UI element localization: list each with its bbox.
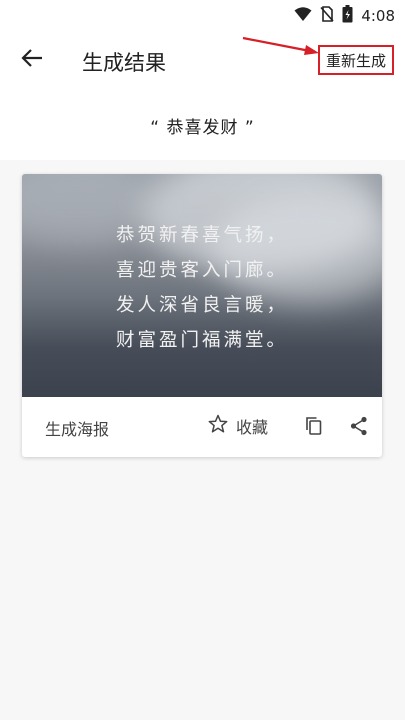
poem-line: 发人深省良言暖，: [115, 295, 288, 316]
star-outline-icon: [208, 414, 228, 438]
status-bar: 4:08: [0, 0, 405, 30]
generate-poster-button[interactable]: 生成海报: [45, 416, 109, 440]
battery-icon: [342, 5, 353, 27]
favorite-label: 收藏: [236, 418, 269, 437]
arrow-left-icon: [21, 48, 43, 72]
poem-line: 喜迎贵客入门廊。: [115, 260, 288, 281]
back-button[interactable]: [16, 44, 48, 76]
status-time: 4:08: [361, 7, 395, 25]
header-area: 4:08 生成结果 重新生成 “ 恭喜发财 ”: [0, 0, 405, 160]
poster-card: 恭贺新春喜气扬， 喜迎贵客入门廊。 发人深省良言暖， 财富盈门福满堂。 生成海报…: [22, 174, 382, 457]
poem-line: 恭贺新春喜气扬，: [115, 225, 288, 246]
annotation-arrow: [242, 36, 319, 55]
app-bar: 生成结果 重新生成: [0, 30, 405, 90]
share-button[interactable]: [350, 416, 368, 440]
card-actions: 生成海报 收藏: [22, 397, 382, 457]
poem-text: 恭贺新春喜气扬， 喜迎贵客入门廊。 发人深省良言暖， 财富盈门福满堂。: [22, 218, 382, 358]
wifi-icon: [294, 6, 312, 26]
status-icons: 4:08: [294, 5, 395, 27]
regenerate-button[interactable]: 重新生成: [317, 45, 394, 75]
copy-button[interactable]: [305, 416, 323, 440]
page-title: 生成结果: [82, 51, 166, 75]
poem-line: 财富盈门福满堂。: [115, 330, 288, 351]
poster-image: 恭贺新春喜气扬， 喜迎贵客入门廊。 发人深省良言暖， 财富盈门福满堂。: [22, 174, 382, 397]
keyword-text: “ 恭喜发财 ”: [150, 118, 255, 138]
no-sim-icon: [320, 6, 334, 26]
share-icon: [350, 416, 368, 440]
favorite-button[interactable]: 收藏: [208, 414, 268, 438]
copy-icon: [305, 417, 323, 440]
